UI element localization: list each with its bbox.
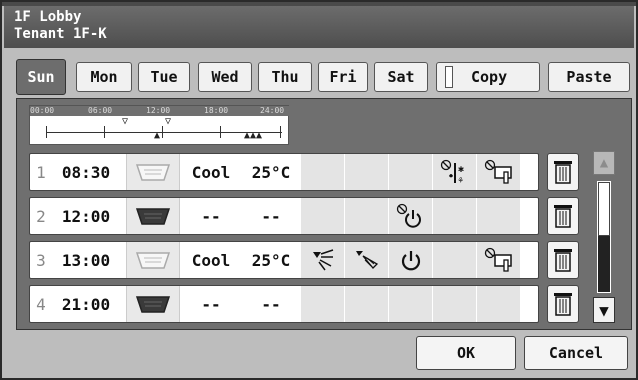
row-temp: -- (261, 206, 281, 226)
empty-slot (344, 286, 388, 322)
trash-icon (554, 205, 572, 228)
empty-slot (476, 286, 520, 322)
copy-button[interactable]: Copy (436, 62, 540, 92)
timeline-tick (46, 126, 47, 138)
timeline-tick (220, 126, 221, 138)
timeline-label-18: 18:00 (204, 106, 229, 115)
timeline-marker-off-icon: ▲▲▲ (244, 130, 263, 141)
row-time: 21:00 (61, 294, 111, 314)
svg-text:⚘: ⚘ (458, 176, 464, 185)
ok-button[interactable]: OK (416, 336, 516, 370)
unit-light-icon (126, 242, 180, 278)
row-time: 13:00 (61, 250, 111, 270)
prohibit-remote-icon (476, 154, 520, 190)
row-mode: Cool (191, 162, 231, 182)
delete-row-4-button[interactable] (547, 285, 579, 323)
schedule-row[interactable]: 1 08:30 Cool 25°C ✱ ⚘ (29, 153, 539, 191)
tab-tue[interactable]: Tue (138, 62, 190, 92)
schedule-row[interactable]: 2 12:00 -- -- (29, 197, 539, 235)
tab-wed[interactable]: Wed (198, 62, 252, 92)
row-time: 08:30 (61, 162, 111, 182)
day-tabs: Sun Mon Tue Wed Thu Fri Sat Copy Paste (10, 52, 630, 98)
svg-text:✱: ✱ (458, 164, 464, 175)
row-mode: -- (201, 294, 221, 314)
prohibit-remote-icon (476, 242, 520, 278)
timeline-label-24: 24:00 (260, 106, 285, 115)
copy-label: Copy (471, 68, 508, 86)
empty-slot (300, 154, 344, 190)
delete-row-1-button[interactable] (547, 153, 579, 191)
schedule-panel: 00:00 06:00 12:00 18:00 24:00 ▽ ▲ ▽ ▲▲▲ … (16, 98, 632, 330)
empty-slot (300, 198, 344, 234)
cancel-button[interactable]: Cancel (524, 336, 628, 370)
row-index: 4 (36, 294, 46, 314)
triangle-up-icon: ▲ (599, 155, 609, 171)
title-line-2: Tenant 1F-K (14, 26, 107, 42)
tab-sun[interactable]: Sun (16, 59, 66, 95)
timeline-tick (280, 126, 281, 138)
title-line-1: 1F Lobby (14, 9, 82, 25)
empty-slot (344, 154, 388, 190)
timeline-label-6: 06:00 (88, 106, 113, 115)
row-mode: Cool (191, 250, 231, 270)
trash-icon (554, 249, 572, 272)
paste-button[interactable]: Paste (548, 62, 630, 92)
empty-slot (432, 286, 476, 322)
timeline-label-12: 12:00 (146, 106, 171, 115)
title-bar: 1F Lobby Tenant 1F-K (4, 6, 634, 48)
copy-indicator-icon (445, 66, 453, 88)
delete-row-3-button[interactable] (547, 241, 579, 279)
tab-thu[interactable]: Thu (258, 62, 312, 92)
timeline-marker-on-icon: ▽ (122, 116, 129, 127)
empty-slot (432, 242, 476, 278)
scroll-track[interactable] (597, 181, 611, 293)
empty-slot (432, 198, 476, 234)
delete-row-2-button[interactable] (547, 197, 579, 235)
tab-fri[interactable]: Fri (318, 62, 368, 92)
air-direction-icon (344, 242, 388, 278)
tab-sat[interactable]: Sat (374, 62, 428, 92)
fan-speed-icon (300, 242, 344, 278)
timeline-marker-off-icon: ▲ (154, 130, 161, 141)
schedule-row[interactable]: 3 13:00 Cool 25°C (29, 241, 539, 279)
row-temp: -- (261, 294, 281, 314)
schedule-window: 1F Lobby Tenant 1F-K Sun Mon Tue Wed Thu… (0, 0, 638, 380)
schedule-scrollbar[interactable]: ▲ ▼ (593, 151, 615, 327)
triangle-down-icon: ▼ (599, 300, 609, 320)
unit-dark-icon (126, 286, 180, 322)
timeline-labels: 00:00 06:00 12:00 18:00 24:00 (30, 106, 290, 116)
tab-mon[interactable]: Mon (76, 62, 132, 92)
empty-slot (476, 198, 520, 234)
empty-slot (388, 286, 432, 322)
scroll-thumb[interactable] (598, 182, 610, 236)
row-index: 2 (36, 206, 46, 226)
row-index: 3 (36, 250, 46, 270)
row-mode: -- (201, 206, 221, 226)
unit-light-icon (126, 154, 180, 190)
timeline-label-0: 00:00 (30, 106, 55, 115)
power-icon (388, 242, 432, 278)
empty-slot (388, 154, 432, 190)
timeline-tick (104, 126, 105, 138)
unit-dark-icon (126, 198, 180, 234)
empty-slot (300, 286, 344, 322)
row-temp: 25°C (251, 250, 291, 270)
row-index: 1 (36, 162, 46, 182)
scroll-up-button[interactable]: ▲ (593, 151, 615, 175)
prohibit-mode-icon: ✱ ⚘ (432, 154, 476, 190)
scroll-down-button[interactable]: ▼ (593, 297, 615, 323)
row-temp: 25°C (251, 162, 291, 182)
day-timeline: 00:00 06:00 12:00 18:00 24:00 ▽ ▲ ▽ ▲▲▲ (29, 105, 290, 145)
row-time: 12:00 (61, 206, 111, 226)
prohibit-power-icon (388, 198, 432, 234)
trash-icon (554, 161, 572, 184)
schedule-row[interactable]: 4 21:00 -- -- (29, 285, 539, 323)
empty-slot (344, 198, 388, 234)
timeline-tick (162, 126, 163, 138)
timeline-marker-on-icon: ▽ (165, 116, 172, 127)
trash-icon (554, 293, 572, 316)
